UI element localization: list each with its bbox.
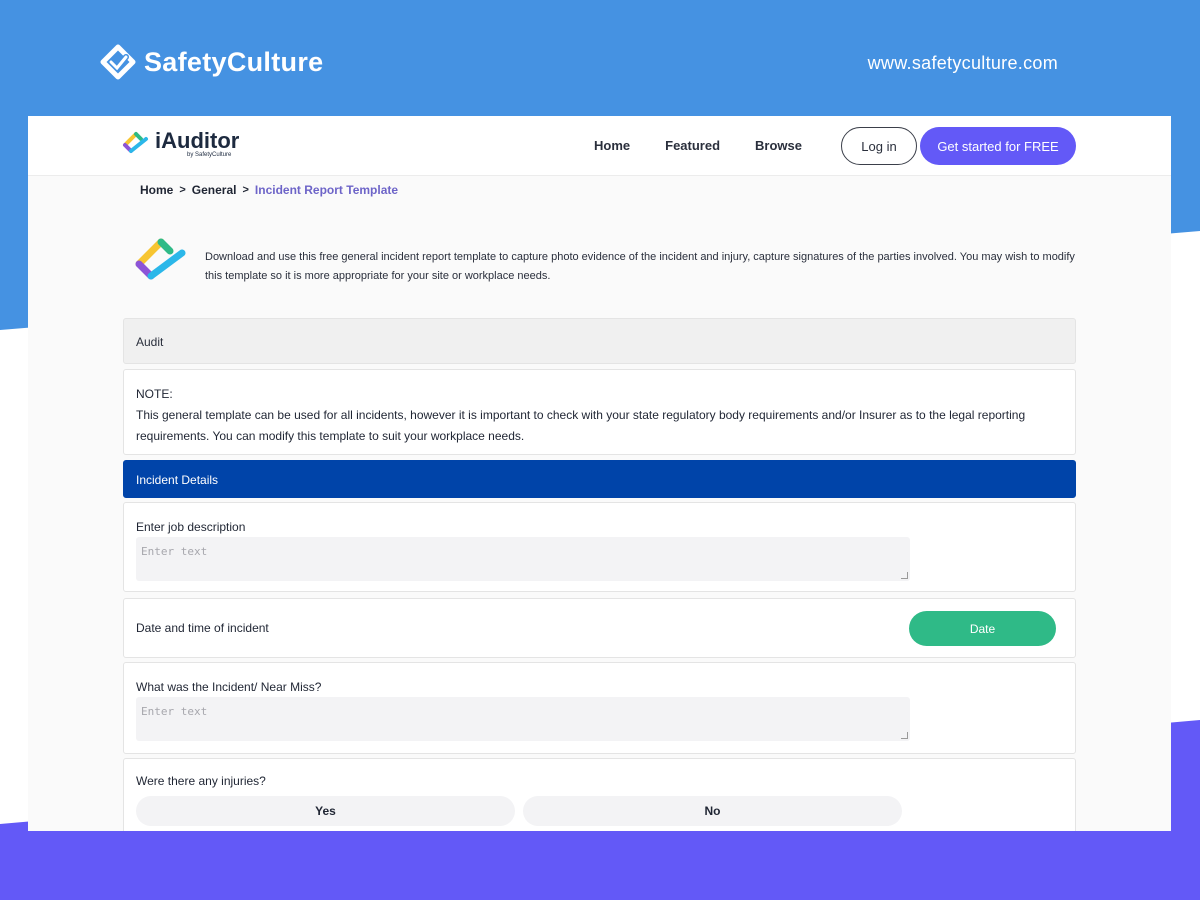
breadcrumb-current: Incident Report Template — [254, 183, 399, 197]
get-started-button[interactable]: Get started for FREE — [920, 127, 1076, 165]
iauditor-logo-icon — [123, 131, 148, 153]
nav-link-featured[interactable]: Featured — [665, 138, 720, 153]
nav-link-browse[interactable]: Browse — [755, 138, 802, 153]
note-body: This general template can be used for al… — [136, 408, 1026, 443]
safetyculture-logo-icon — [100, 44, 136, 80]
job-description-question: Enter job description Enter text — [123, 502, 1076, 592]
iauditor-logo[interactable]: iAuditor by SafetyCulture — [122, 130, 239, 159]
template-description: Download and use this free general incid… — [205, 251, 1075, 282]
brand-name: SafetyCulture — [144, 46, 324, 77]
breadcrumb-separator-icon: > — [242, 184, 249, 196]
injuries-label: Were there any injuries? — [136, 774, 266, 788]
note-title: NOTE: — [136, 387, 173, 401]
breadcrumb-separator-icon: > — [179, 184, 186, 196]
incident-label: What was the Incident/ Near Miss? — [136, 680, 322, 694]
brand-url: www.safetyculture.com — [867, 53, 1058, 73]
incident-details-header[interactable]: Incident Details — [123, 460, 1076, 498]
breadcrumb-home[interactable]: Home — [140, 183, 173, 197]
injuries-options: Yes No — [136, 796, 902, 826]
note-box: NOTE: This general template can be used … — [123, 369, 1076, 455]
brand: SafetyCulture — [100, 44, 323, 80]
top-nav: iAuditor by SafetyCulture Home Featured … — [28, 116, 1171, 176]
app-name: iAuditor — [155, 128, 240, 153]
job-description-label: Enter job description — [136, 520, 246, 534]
nav-links: Home Featured Browse — [594, 138, 802, 153]
job-description-input[interactable]: Enter text — [136, 537, 910, 581]
incident-question: What was the Incident/ Near Miss? Enter … — [123, 662, 1076, 754]
date-time-question: Date and time of incident Date — [123, 598, 1076, 658]
breadcrumb: Home > General > Incident Report Templat… — [140, 183, 398, 197]
template-logo-icon — [135, 238, 186, 280]
audit-section-header[interactable]: Audit — [123, 318, 1076, 364]
login-button[interactable]: Log in — [841, 127, 917, 165]
date-time-label: Date and time of incident — [136, 621, 269, 635]
injuries-yes-button[interactable]: Yes — [136, 796, 515, 826]
injuries-question: Were there any injuries? Yes No — [123, 758, 1076, 831]
date-button[interactable]: Date — [909, 611, 1056, 646]
nav-link-home[interactable]: Home — [594, 138, 630, 153]
breadcrumb-general[interactable]: General — [192, 183, 237, 197]
incident-input[interactable]: Enter text — [136, 697, 910, 741]
app-subtitle: by SafetyCulture — [187, 152, 232, 158]
injuries-no-button[interactable]: No — [523, 796, 902, 826]
page-card: iAuditor by SafetyCulture Home Featured … — [28, 116, 1171, 831]
